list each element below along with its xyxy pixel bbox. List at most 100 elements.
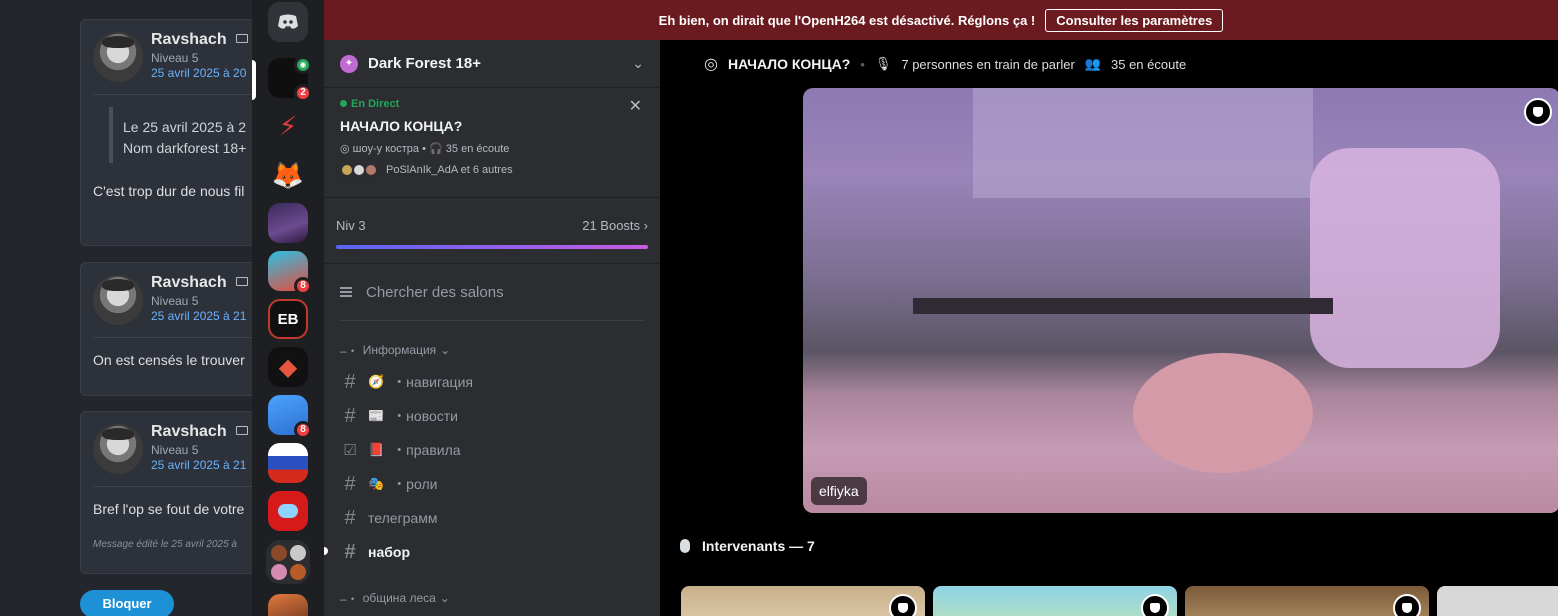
discord-home-button[interactable] (268, 2, 308, 42)
speakers-header: Intervenants — 7 (680, 538, 815, 554)
server-icon[interactable] (268, 203, 308, 243)
post-body: Bref l'op se fout de votre (93, 501, 245, 517)
selected-server-pill (252, 60, 256, 100)
block-button[interactable]: Bloquer (80, 590, 174, 616)
live-stage-card[interactable]: En Direct ✕ НАЧАЛО КОНЦА? ◎ шоу-у костра… (324, 88, 660, 198)
video-stream[interactable]: elfiyka (803, 88, 1558, 513)
settings-button[interactable]: Consulter les paramètres (1045, 8, 1224, 32)
stage-title: НАЧАЛО КОНЦА? (727, 56, 851, 72)
channel-sidebar: ✦ Dark Forest 18+ ⌄ En Direct ✕ НАЧАЛО К… (324, 40, 660, 616)
mail-icon[interactable] (236, 426, 248, 435)
quote-line: Le 25 avril 2025 à 2 (123, 119, 246, 135)
stage-view: ◎ НАЧАЛО КОНЦА? • 🎙 7 personnes en train… (660, 40, 1558, 616)
moderator-shield-icon (1141, 594, 1169, 616)
server-icon[interactable] (268, 443, 308, 483)
boost-progress-bar (336, 245, 648, 249)
notification-badge: 8 (294, 277, 312, 295)
boost-icon: ✦ (340, 54, 358, 73)
forum-post: Ravshach Niveau 5 25 avril 2025 à 21 On … (80, 262, 252, 396)
forum-post: Ravshach Niveau 5 25 avril 2025 à 20 Le … (80, 19, 252, 246)
avatar (364, 163, 378, 177)
speaker-tile[interactable] (1185, 586, 1429, 616)
live-tag: En Direct (340, 98, 644, 110)
server-icon[interactable]: ⚡ (268, 106, 308, 146)
mail-icon[interactable] (236, 277, 248, 286)
speaker-tile[interactable] (933, 586, 1177, 616)
channel-item-active[interactable]: # набор (324, 535, 660, 569)
server-icon[interactable] (268, 594, 308, 616)
forum-post: Ravshach Niveau 5 25 avril 2025 à 21 Bre… (80, 411, 252, 574)
hashtag-icon: # (344, 404, 356, 427)
server-icon[interactable]: EB (268, 299, 308, 339)
channel-item[interactable]: # 🧭 ・навигация (324, 365, 660, 399)
forum-pane: Ravshach Niveau 5 25 avril 2025 à 20 Le … (0, 0, 252, 616)
channel-item[interactable]: # 🎭 ・роли (324, 467, 660, 501)
moderator-shield-icon (889, 594, 917, 616)
channel-item[interactable]: # 📰 ・новости (324, 399, 660, 433)
hashtag-icon: # (344, 540, 356, 563)
boost-count: 21 Boosts › (582, 218, 648, 233)
post-level: Niveau 5 (151, 294, 199, 308)
live-meta: ◎ шоу-у костра • 🎧 35 en écoute (340, 143, 510, 155)
mail-icon[interactable] (236, 34, 248, 43)
post-date[interactable]: 25 avril 2025 à 20 (151, 66, 246, 80)
notification-badge: 2 (294, 84, 312, 102)
channel-item[interactable]: ☑ 📕 ・правила (324, 433, 660, 467)
microphone-icon: 🎙 (874, 56, 892, 71)
rules-icon: ☑ (343, 442, 357, 459)
category-header[interactable]: –・ Информация ⌄ (324, 341, 660, 359)
chevron-down-icon: ⌄ (632, 55, 644, 71)
category-header[interactable]: –・ община леса ⌄ (324, 589, 660, 607)
close-icon[interactable]: ✕ (629, 96, 642, 116)
hashtag-icon: # (344, 370, 356, 393)
speaking-count: 7 personnes en train de parler (901, 56, 1075, 72)
post-edited-note: Message édité le 25 avril 2025 à (93, 539, 237, 550)
chevron-down-icon: ⌄ (439, 591, 450, 605)
stage-icon: ◎ (340, 143, 350, 155)
hashtag-icon: # (344, 506, 356, 529)
post-level: Niveau 5 (151, 51, 199, 65)
avatar[interactable] (93, 32, 143, 82)
server-icon[interactable]: ◉ 2 (268, 56, 312, 102)
avatar[interactable] (93, 275, 143, 325)
server-icon[interactable]: 🦊 (268, 155, 308, 195)
avatar[interactable] (93, 424, 143, 474)
search-placeholder: Chercher des salons (366, 283, 504, 301)
live-title: НАЧАЛО КОНЦА? (340, 118, 463, 134)
listeners-icon: 👥 (1084, 56, 1101, 71)
video-username: elfiyka (811, 477, 867, 505)
server-folder[interactable] (266, 540, 310, 584)
channel-search[interactable]: Chercher des salons (324, 264, 660, 320)
quote-line: Nom darkforest 18+ (123, 140, 247, 156)
stage-icon: ◎ (704, 56, 718, 73)
post-author[interactable]: Ravshach (151, 423, 227, 441)
post-body: On est censés le trouver (93, 352, 245, 368)
banner-message: Eh bien, on dirait que l'OpenH264 est dé… (658, 12, 1036, 28)
server-icon[interactable]: ◆ (268, 347, 308, 387)
speaker-tile[interactable] (1437, 586, 1558, 616)
server-icon[interactable]: 8 (268, 251, 312, 295)
moderator-shield-icon (1393, 594, 1421, 616)
post-date[interactable]: 25 avril 2025 à 21 (151, 458, 246, 472)
speaker-tile[interactable] (681, 586, 925, 616)
headphones-icon: 🎧 (429, 143, 443, 155)
server-icon[interactable] (268, 491, 308, 531)
listening-count: 35 en écoute (1111, 56, 1187, 72)
screen: Ravshach Niveau 5 25 avril 2025 à 20 Le … (0, 0, 1558, 616)
server-rail: ◉ 2 ⚡ 🦊 8 EB ◆ 8 (252, 0, 324, 616)
notification-badge: 8 (294, 421, 312, 439)
live-participants: PoSlAnIk_AdA et 6 autres (340, 163, 644, 177)
moderator-shield-icon (1524, 98, 1552, 126)
post-date[interactable]: 25 avril 2025 à 21 (151, 309, 246, 323)
post-author[interactable]: Ravshach (151, 31, 227, 49)
server-header[interactable]: ✦ Dark Forest 18+ ⌄ (324, 40, 660, 88)
discord-icon (268, 2, 308, 42)
server-icon[interactable]: 8 (268, 395, 312, 439)
post-level: Niveau 5 (151, 443, 199, 457)
channel-item[interactable]: # телеграмм (324, 501, 660, 535)
post-body: C'est trop dur de nous fil (93, 183, 245, 199)
server-boost-level[interactable]: Niv 3 21 Boosts › (324, 198, 660, 264)
list-search-icon (340, 284, 356, 300)
post-author[interactable]: Ravshach (151, 274, 227, 292)
level-label: Niv 3 (336, 218, 366, 233)
